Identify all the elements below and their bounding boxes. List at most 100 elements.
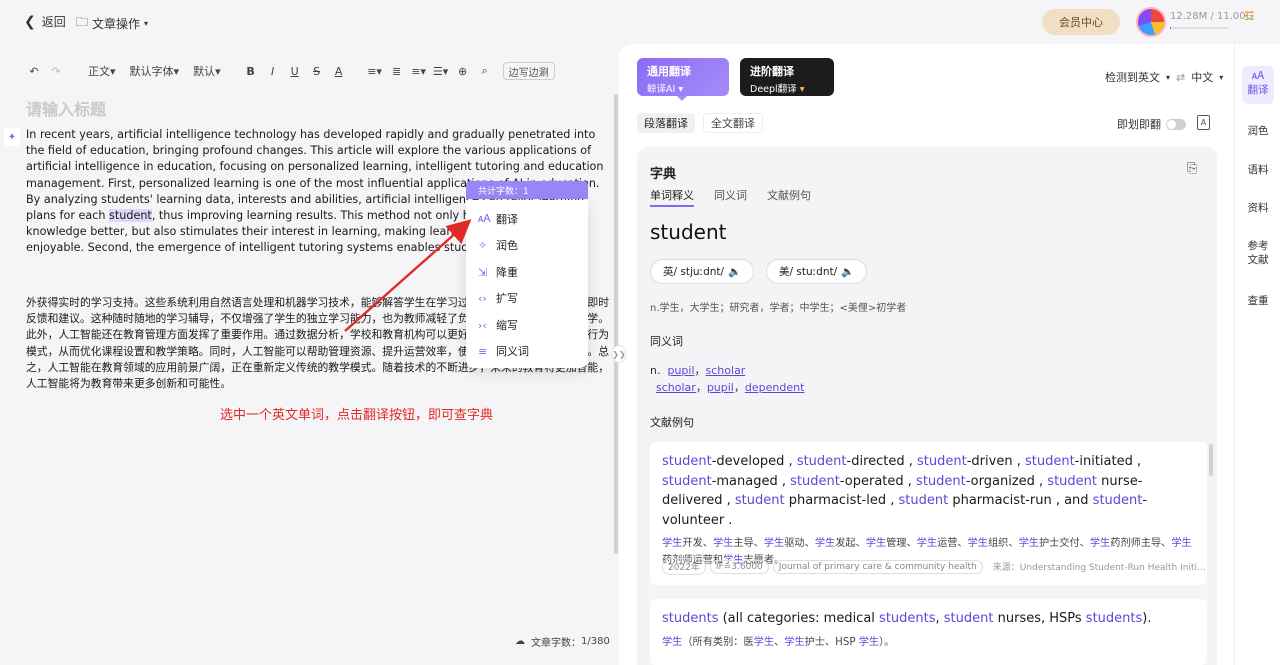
selection-count-header: 共计字数：1 <box>466 181 588 199</box>
target-lang[interactable]: 中文 <box>1191 69 1213 85</box>
shrink-icon: ›‹ <box>478 318 487 332</box>
rail-item-materials[interactable]: 资料 <box>1235 201 1280 215</box>
editor-toolbar: ↶ ↷ 正文 ▾ 默认字体 ▾ 默认 ▾ B I U S A ≡▾ ≣ ≡▾ ☰▾ ⊕… <box>26 62 561 80</box>
panel-scrollbar[interactable] <box>1209 444 1213 476</box>
card-pointer <box>677 96 687 101</box>
menu-item-polish[interactable]: ✧ 润色 <box>478 236 518 254</box>
dictionary-tabs: 单词释义 同义词 文献例句 <box>650 187 811 207</box>
hint-annotation: 选中一个英文单词，点击翻译按钮，即可查字典 <box>220 408 494 423</box>
year-tag: 2022年 <box>662 558 706 575</box>
tab-definition[interactable]: 单词释义 <box>650 187 694 207</box>
detected-lang[interactable]: 检测到英文 <box>1105 69 1160 85</box>
speaker-icon[interactable]: 🔈 <box>728 265 741 278</box>
synonyms-title: 同义词 <box>650 335 683 348</box>
storage-text: 12.28M / 11.00G <box>1170 11 1254 22</box>
headword: student <box>650 220 727 244</box>
search-icon[interactable]: ⌕ <box>477 62 493 80</box>
rail-item-polish[interactable]: 润色 <box>1235 124 1280 138</box>
menu-item-translate[interactable]: 🗚 翻译 <box>478 210 518 228</box>
tab-synonyms[interactable]: 同义词 <box>714 187 747 207</box>
advanced-engine-select[interactable]: Deepl翻译 ▾ <box>750 81 824 95</box>
dictionary-title: 字典 <box>650 167 677 182</box>
text-color-icon[interactable]: A <box>331 62 347 80</box>
toggle-switch[interactable] <box>1166 118 1186 130</box>
word-count-value: 1/380 <box>581 636 610 647</box>
ai-assist-icon[interactable]: ✦ <box>4 128 20 146</box>
instant-translate-toggle[interactable]: 即划即翻 <box>1117 116 1186 132</box>
align-icon[interactable]: ≡▾ <box>411 62 427 80</box>
collapse-handle[interactable]: ❯❯ <box>612 345 626 363</box>
context-menu: 🗚 翻译 ✧ 润色 ⇲ 降重 ‹› 扩写 ›‹ 缩写 ≡ 同义词 <box>466 200 588 368</box>
synonym-link[interactable]: scholar <box>656 381 696 394</box>
word-count-label: 文章字数： <box>531 638 581 649</box>
word-count: ☁ 文章字数： 1/380 <box>515 634 610 649</box>
expand-icon: ‹› <box>478 291 487 305</box>
advanced-translate-card[interactable]: 进阶翻译 Deepl翻译 ▾ <box>740 58 834 96</box>
caret-down-icon: ▾ <box>144 19 149 28</box>
example-meta: 2022年 IF=3.6000 Journal of primary care … <box>662 558 1206 575</box>
indent-icon[interactable]: ≣ <box>389 62 405 80</box>
synonym-list: n. pupil，scholar scholar，pupil，dependent <box>650 364 805 394</box>
add-icon[interactable]: ⊕ <box>455 62 471 80</box>
selected-word[interactable]: student <box>109 209 152 223</box>
synonym-link[interactable]: dependent <box>745 381 805 394</box>
back-button[interactable]: ❮ 返回 <box>24 13 66 30</box>
tab-paragraph-translate[interactable]: 段落翻译 <box>637 113 695 133</box>
menu-item-expand[interactable]: ‹› 扩写 <box>478 289 518 307</box>
pronunciation-uk[interactable]: 英/ stjuːdnt/🔈 <box>650 259 755 284</box>
doc-menu-label: 文章操作 <box>92 17 141 31</box>
translate-icon: 🗚 <box>478 212 491 225</box>
storage-bar <box>1170 27 1228 29</box>
translate-icon: 🗚 <box>1251 69 1265 82</box>
rail-item-translate[interactable]: 🗚 翻译 <box>1242 66 1274 104</box>
avatar[interactable] <box>1136 7 1166 37</box>
rail-item-corpus[interactable]: 语料 <box>1235 163 1280 177</box>
source-text[interactable]: 来源：Understanding Student-Run Health Init… <box>993 560 1206 573</box>
paragraph-style-select[interactable]: 正文 ▾ <box>88 62 116 80</box>
general-engine-select[interactable]: 鲸译AI ▾ <box>647 81 719 95</box>
menu-item-reduce[interactable]: ⇲ 降重 <box>478 263 518 281</box>
rail-item-plagiarism[interactable]: 查重 <box>1235 294 1280 308</box>
example-card: student-developed , student-directed , s… <box>650 442 1207 585</box>
synonym-link[interactable]: pupil <box>667 364 694 377</box>
underline-icon[interactable]: U <box>287 62 303 80</box>
tab-examples[interactable]: 文献例句 <box>767 187 811 207</box>
bold-icon[interactable]: B <box>243 62 259 80</box>
general-translate-card[interactable]: 通用翻译 鲸译AI ▾ <box>637 58 729 96</box>
line-height-icon[interactable]: ≡▾ <box>367 62 383 80</box>
menu-item-synonym[interactable]: ≡ 同义词 <box>478 342 529 360</box>
impact-factor-tag: IF=3.6000 <box>709 559 769 574</box>
synonym-link[interactable]: scholar <box>706 364 746 377</box>
advanced-translate-title: 进阶翻译 <box>750 65 794 78</box>
redo-icon[interactable]: ↷ <box>48 62 64 80</box>
title-input[interactable]: 请输入标题 <box>26 96 106 120</box>
editor-scrollbar[interactable] <box>614 94 618 554</box>
edit-border-button[interactable]: 边写边涮 <box>502 62 555 80</box>
tab-full-translate[interactable]: 全文翻译 <box>703 113 763 133</box>
strikethrough-icon[interactable]: S <box>309 62 325 80</box>
member-center-button[interactable]: 会员中心 <box>1042 9 1120 35</box>
list-icon[interactable]: ☰▾ <box>433 62 449 80</box>
menu-item-shrink[interactable]: ›‹ 缩写 <box>478 316 518 334</box>
add-to-wordbook-icon[interactable]: ⎘ <box>1187 161 1197 176</box>
polish-icon: ✧ <box>478 238 488 252</box>
swap-icon[interactable]: ⇄ <box>1176 71 1185 84</box>
italic-icon[interactable]: I <box>265 62 281 80</box>
doc-menu-button[interactable]: 🗀 文章操作 ▾ <box>76 13 148 34</box>
back-label: 返回 <box>41 15 66 29</box>
synonym-icon: ≡ <box>478 344 488 358</box>
document-icon[interactable]: A <box>1197 115 1210 130</box>
cloud-icon: ☁ <box>515 636 525 647</box>
dictionary-card: 字典 ⎘ 单词释义 同义词 文献例句 student 英/ stjuːdnt/🔈… <box>637 147 1217 665</box>
font-size-select[interactable]: 默认 ▾ <box>193 62 221 80</box>
general-translate-title: 通用翻译 <box>647 65 691 78</box>
undo-icon[interactable]: ↶ <box>26 62 42 80</box>
rail-item-references[interactable]: 参考文献 <box>1235 239 1280 267</box>
folder-icon: 🗀 <box>76 15 89 29</box>
speaker-icon[interactable]: 🔈 <box>841 265 854 278</box>
examples-title: 文献例句 <box>650 416 694 429</box>
language-selector[interactable]: 检测到英文 ▾ ⇄ 中文 ▾ <box>1105 69 1223 85</box>
pronunciation-us[interactable]: 美/ stuːdnt/🔈 <box>766 259 868 284</box>
synonym-link[interactable]: pupil <box>707 381 734 394</box>
font-family-select[interactable]: 默认字体 ▾ <box>130 62 180 80</box>
